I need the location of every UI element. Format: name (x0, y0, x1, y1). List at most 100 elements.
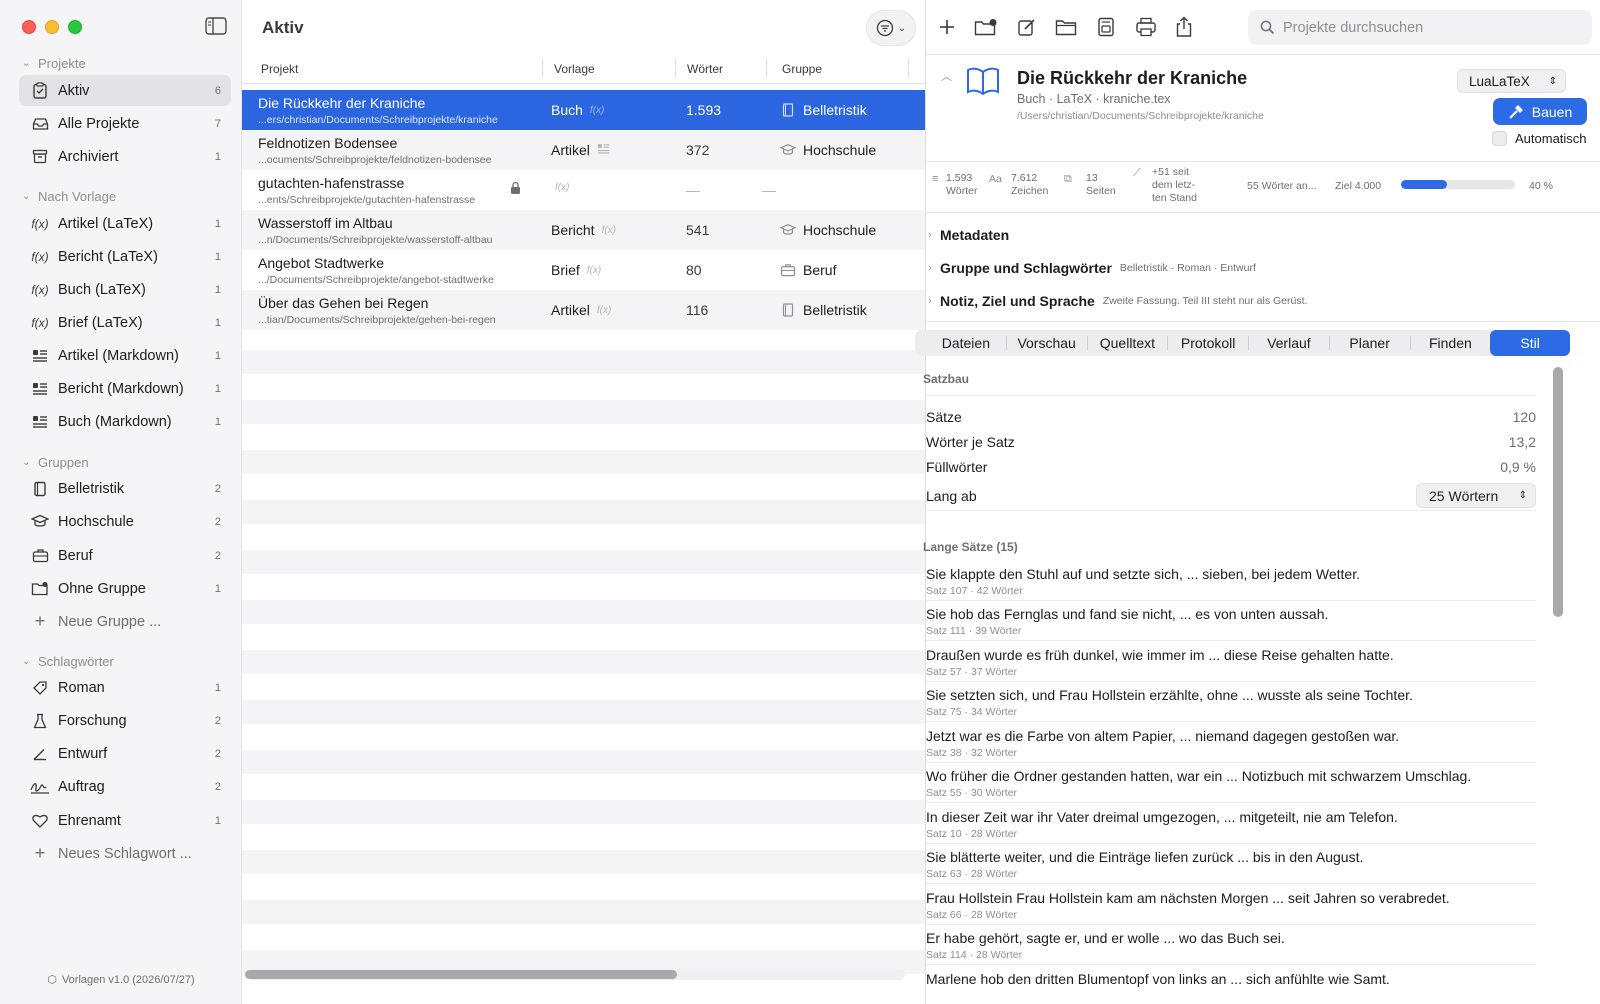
sidebar-item-aktiv[interactable]: Aktiv 6 (19, 75, 231, 106)
pdf-button[interactable] (1094, 15, 1118, 39)
add-project-button[interactable] (935, 15, 959, 39)
list-item[interactable]: Sie setzten sich, und Frau Hollstein erz… (926, 682, 1536, 722)
column-header-gruppe[interactable]: Gruppe (782, 62, 822, 76)
list-item[interactable]: Wo früher die Ordner gestanden hatten, w… (926, 763, 1536, 803)
section-schlagwoerter[interactable]: ⌄ Schlagwörter (22, 654, 114, 669)
list-item[interactable]: In dieser Zeit war ihr Vater dreimal umg… (926, 804, 1536, 844)
search-field[interactable]: Projekte durchsuchen (1248, 10, 1592, 45)
list-item[interactable]: Draußen wurde es früh dunkel, wie immer … (926, 642, 1536, 682)
sidebar-item-archiviert[interactable]: Archiviert 1 (19, 141, 231, 172)
sidebar-item-ehrenamt[interactable]: Ehrenamt 1 (19, 805, 231, 836)
column-divider[interactable] (542, 58, 543, 78)
sidebar-item-beruf[interactable]: Beruf 2 (19, 540, 231, 571)
list-item[interactable]: Sie hob das Fernglas und fand sie nicht,… (926, 601, 1536, 641)
share-button[interactable] (1172, 15, 1196, 39)
sidebar-item-ohne-gruppe[interactable]: Ohne Gruppe 1 (19, 573, 231, 604)
sidebar-item-roman[interactable]: Roman 1 (19, 672, 231, 703)
table-row[interactable]: Wasserstoff im Altbau ...n/Documents/Sch… (242, 210, 925, 250)
tab-protokoll[interactable]: Protokoll (1168, 330, 1248, 356)
column-header-vorlage[interactable]: Vorlage (554, 62, 595, 76)
column-header-woerter[interactable]: Wörter (687, 62, 723, 76)
sidebar-item-brief-latex[interactable]: f(x) Brief (LaTeX) 1 (19, 307, 231, 338)
checkbox[interactable] (1492, 131, 1507, 146)
function-icon: f(x) (586, 264, 602, 276)
column-divider[interactable] (908, 58, 909, 78)
chevron-down-icon: ⌄ (22, 191, 31, 202)
list-item[interactable]: Er habe gehört, sagte er, und er wolle .… (926, 925, 1536, 965)
lang-ab-select[interactable]: 25 Wörtern ⇕ (1416, 483, 1536, 508)
close-window-button[interactable] (22, 20, 36, 34)
build-button[interactable]: Bauen (1493, 98, 1587, 125)
scrollbar-thumb[interactable] (245, 970, 677, 979)
list-item[interactable]: Jetzt war es die Farbe von altem Papier,… (926, 723, 1536, 763)
filter-menu-button[interactable]: ⌄ (866, 10, 916, 46)
stat-pages: ⧉ 13 Seiten (1064, 172, 1116, 197)
sidebar-item-auftrag[interactable]: Auftrag 2 (19, 771, 231, 802)
table-row[interactable]: Über das Gehen bei Regen ...tian/Documen… (242, 290, 925, 330)
engine-select[interactable]: LuaLaTeX ⇕ (1457, 69, 1566, 93)
sidebar-item-belletristik[interactable]: Belletristik 2 (19, 473, 231, 504)
list-item[interactable]: Sie blätterte weiter, und die Einträge l… (926, 844, 1536, 884)
column-divider[interactable] (766, 58, 767, 78)
tab-dateien[interactable]: Dateien (926, 330, 1006, 356)
zoom-window-button[interactable] (68, 20, 82, 34)
tab-stil[interactable]: Stil (1490, 330, 1570, 356)
vertical-scrollbar[interactable] (1553, 367, 1563, 617)
new-tag-button[interactable]: + Neues Schlagwort ... (19, 838, 231, 869)
search-input[interactable]: Projekte durchsuchen (1283, 20, 1423, 36)
sidebar-item-alle-projekte[interactable]: Alle Projekte 7 (19, 108, 231, 139)
edit-button[interactable] (1015, 15, 1039, 39)
print-button[interactable] (1134, 15, 1158, 39)
table-row[interactable]: Angebot Stadtwerke .../Documents/Schreib… (242, 250, 925, 290)
tab-finden[interactable]: Finden (1411, 330, 1491, 356)
sidebar-item-hochschule[interactable]: Hochschule 2 (19, 506, 231, 537)
section-gruppen[interactable]: ⌄ Gruppen (22, 455, 89, 470)
goal-percent: 40 % (1529, 180, 1553, 192)
lines-icon: ≡ (932, 173, 939, 185)
sidebar-item-buch-markdown[interactable]: Buch (Markdown) 1 (19, 406, 231, 437)
section-nach-vorlage[interactable]: ⌄ Nach Vorlage (22, 189, 116, 204)
project-name: Feldnotizen Bodensee (258, 135, 398, 151)
list-item[interactable]: Frau Hollstein Frau Hollstein kam am näc… (926, 885, 1536, 925)
table-row[interactable]: gutachten-hafenstrasse ...ents/Schreibpr… (242, 170, 925, 210)
project-name: Wasserstoff im Altbau (258, 215, 393, 231)
table-row[interactable]: Feldnotizen Bodensee ...ocuments/Schreib… (242, 130, 925, 170)
sidebar-item-bericht-markdown[interactable]: Bericht (Markdown) 1 (19, 373, 231, 404)
sidebar-item-entwurf[interactable]: Entwurf 2 (19, 738, 231, 769)
project-path: ...ers/christian/Documents/Schreibprojek… (258, 114, 498, 126)
folder-badge-icon (974, 19, 997, 36)
sidebar-item-buch-latex[interactable]: f(x) Buch (LaTeX) 1 (19, 274, 231, 305)
new-folder-button[interactable] (974, 15, 998, 39)
stat-goal: Ziel 4.000 (1335, 180, 1382, 192)
plus-icon: + (34, 843, 46, 863)
section-gruppe-schlagwoerter[interactable]: › Gruppe und Schlagwörter Belletristik · R… (926, 251, 1600, 284)
sidebar-item-bericht-latex[interactable]: f(x) Bericht (LaTeX) 1 (19, 241, 231, 272)
new-group-button[interactable]: + Neue Gruppe ... (19, 606, 231, 637)
list-item[interactable]: Marlene hob den dritten Blumentopf von l… (926, 966, 1536, 1004)
section-notiz-ziel-sprache[interactable]: › Notiz, Ziel und Sprache Zweite Fassung. … (926, 284, 1600, 317)
list-item[interactable]: Sie klappte den Stuhl auf und setzte sic… (926, 561, 1536, 601)
minimize-window-button[interactable] (45, 20, 59, 34)
sidebar-item-artikel-latex[interactable]: f(x) Artikel (LaTeX) 1 (19, 208, 231, 239)
table-row[interactable]: Die Rückkehr der Kraniche ...ers/christi… (242, 90, 925, 130)
tab-verlauf[interactable]: Verlauf (1249, 330, 1329, 356)
divider (926, 510, 1536, 511)
section-metadaten[interactable]: › Metadaten (926, 218, 1600, 251)
auto-build-checkbox[interactable]: Automatisch (1492, 131, 1587, 146)
column-divider[interactable] (675, 58, 676, 78)
tab-planer[interactable]: Planer (1330, 330, 1410, 356)
sidebar-item-artikel-markdown[interactable]: Artikel (Markdown) 1 (19, 340, 231, 371)
chart-icon: ⟋ (1133, 167, 1141, 179)
tab-vorschau[interactable]: Vorschau (1007, 330, 1087, 356)
word-count: 372 (686, 142, 710, 158)
section-projekte[interactable]: ⌄ Projekte (22, 56, 86, 71)
column-header-projekt[interactable]: Projekt (261, 62, 298, 76)
horizontal-scrollbar[interactable] (245, 969, 905, 980)
sidebar-toggle-icon[interactable] (205, 17, 227, 37)
open-folder-button[interactable] (1054, 15, 1078, 39)
chevron-up-icon[interactable]: ︿ (941, 68, 952, 84)
stat-fuellwoerter: Füllwörter 0,9 % (926, 458, 1536, 475)
text-list-icon (30, 382, 50, 395)
tab-quelltext[interactable]: Quelltext (1088, 330, 1168, 356)
sidebar-item-forschung[interactable]: Forschung 2 (19, 705, 231, 736)
